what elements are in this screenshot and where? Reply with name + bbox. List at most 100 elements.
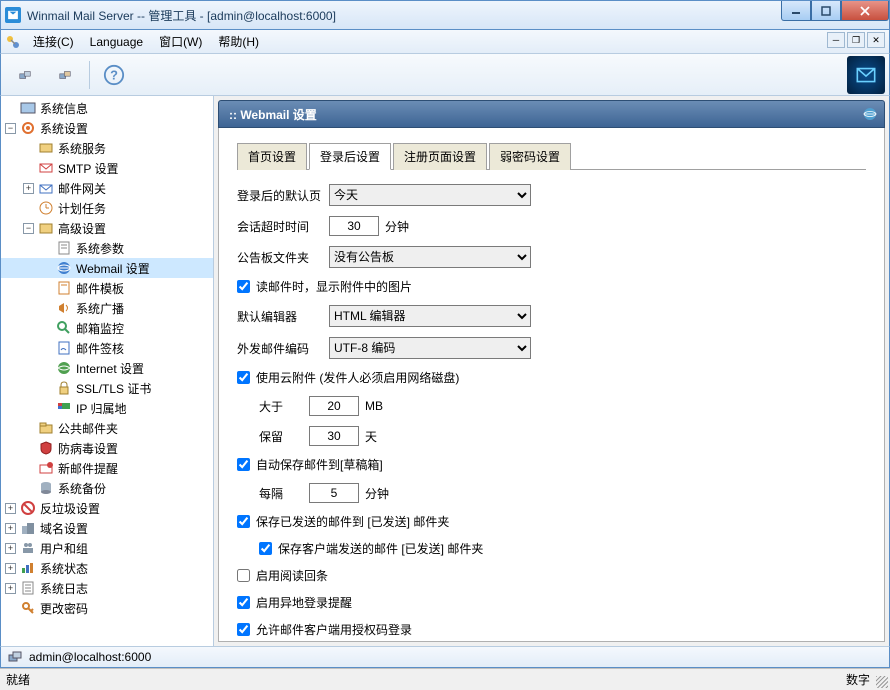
tree-domain-settings[interactable]: +域名设置 <box>1 518 213 538</box>
default-page-select[interactable]: 今天 <box>329 184 531 206</box>
tree-ip-location[interactable]: IP 归属地 <box>1 398 213 418</box>
collapse-icon[interactable]: − <box>23 223 34 234</box>
toolbar: ? <box>0 54 890 96</box>
tab-register[interactable]: 注册页面设置 <box>393 143 487 170</box>
tree-change-password[interactable]: 更改密码 <box>1 598 213 618</box>
minutes-unit: 分钟 <box>385 218 409 235</box>
expand-icon[interactable]: + <box>5 563 16 574</box>
allow-auth-code-label: 允许邮件客户端用授权码登录 <box>256 621 412 638</box>
tree-system-settings[interactable]: −系统设置 <box>1 118 213 138</box>
content-panel: :: Webmail 设置 首页设置 登录后设置 注册页面设置 弱密码设置 登录… <box>214 96 889 646</box>
remote-login-alert-checkbox[interactable] <box>237 596 250 609</box>
globe-icon <box>862 106 878 122</box>
bulletin-select[interactable]: 没有公告板 <box>329 246 531 268</box>
tree-users-groups[interactable]: +用户和组 <box>1 538 213 558</box>
expand-icon[interactable]: + <box>5 503 16 514</box>
expand-icon[interactable]: + <box>23 183 34 194</box>
collapse-icon[interactable]: − <box>5 123 16 134</box>
read-receipt-checkbox[interactable] <box>237 569 250 582</box>
close-button[interactable] <box>841 1 889 21</box>
greater-than-label: 大于 <box>259 398 309 415</box>
tree-system-broadcast[interactable]: 系统广播 <box>1 298 213 318</box>
tree-webmail-settings[interactable]: Webmail 设置 <box>1 258 213 278</box>
save-client-sent-label: 保存客户端发送的邮件 [已发送] 邮件夹 <box>278 540 483 557</box>
tree-advanced-settings[interactable]: −高级设置 <box>1 218 213 238</box>
show-images-label: 读邮件时，显示附件中的图片 <box>256 278 412 295</box>
tree-mailbox-monitor[interactable]: 邮箱监控 <box>1 318 213 338</box>
expand-icon[interactable]: + <box>5 523 16 534</box>
tree-smtp-settings[interactable]: SMTP 设置 <box>1 158 213 178</box>
tree-new-mail-alert[interactable]: 新邮件提醒 <box>1 458 213 478</box>
allow-auth-code-checkbox[interactable] <box>237 623 250 636</box>
tree-system-backup[interactable]: 系统备份 <box>1 478 213 498</box>
menu-help[interactable]: 帮助(H) <box>210 30 267 53</box>
connection-status-bar: admin@localhost:6000 <box>0 646 890 668</box>
tree-antivirus[interactable]: 防病毒设置 <box>1 438 213 458</box>
default-editor-label: 默认编辑器 <box>237 308 329 325</box>
mdi-minimize-button[interactable]: ─ <box>827 32 845 48</box>
maximize-button[interactable] <box>811 1 841 21</box>
session-timeout-label: 会话超时时间 <box>237 218 329 235</box>
expand-icon[interactable]: + <box>5 583 16 594</box>
greater-than-input[interactable] <box>309 396 359 416</box>
ready-text: 就绪 <box>6 671 30 688</box>
menu-connect[interactable]: 连接(C) <box>25 30 82 53</box>
expand-icon[interactable]: + <box>5 543 16 554</box>
window-title: Winmail Mail Server -- 管理工具 - [admin@loc… <box>27 7 336 24</box>
autosave-interval-input[interactable] <box>309 483 359 503</box>
tree-mail-gateway[interactable]: +邮件网关 <box>1 178 213 198</box>
default-page-label: 登录后的默认页 <box>237 187 329 204</box>
menu-language[interactable]: Language <box>82 32 151 52</box>
sidebar-tree: 系统信息 −系统设置 系统服务 SMTP 设置 +邮件网关 计划任务 −高级设置… <box>1 96 214 646</box>
mdi-restore-button[interactable]: ❐ <box>847 32 865 48</box>
svg-text:?: ? <box>110 67 118 82</box>
remote-login-alert-label: 启用异地登录提醒 <box>256 594 352 611</box>
numlock-text: 数字 <box>846 671 870 688</box>
tree-internet-settings[interactable]: Internet 设置 <box>1 358 213 378</box>
outgoing-encoding-select[interactable]: UTF-8 编码 <box>329 337 531 359</box>
tab-after-login[interactable]: 登录后设置 <box>309 143 391 170</box>
cloud-attach-label: 使用云附件 (发件人必须启用网络磁盘) <box>256 369 459 386</box>
tab-weak-password[interactable]: 弱密码设置 <box>489 143 571 170</box>
tree-scheduled-tasks[interactable]: 计划任务 <box>1 198 213 218</box>
autosave-interval-label: 每隔 <box>259 485 309 502</box>
show-images-checkbox[interactable] <box>237 280 250 293</box>
keep-input[interactable] <box>309 426 359 446</box>
tree-system-status[interactable]: +系统状态 <box>1 558 213 578</box>
outgoing-encoding-label: 外发邮件编码 <box>237 340 329 357</box>
cloud-attach-checkbox[interactable] <box>237 371 250 384</box>
tree-system-service[interactable]: 系统服务 <box>1 138 213 158</box>
tool-server2-button[interactable] <box>49 59 81 91</box>
save-sent-checkbox[interactable] <box>237 515 250 528</box>
days-unit: 天 <box>365 428 377 445</box>
tab-home[interactable]: 首页设置 <box>237 143 307 170</box>
save-client-sent-checkbox[interactable] <box>259 542 272 555</box>
tree-ssl-cert[interactable]: SSL/TLS 证书 <box>1 378 213 398</box>
server-icon <box>7 649 23 665</box>
mdi-close-button[interactable]: ✕ <box>867 32 885 48</box>
menu-window[interactable]: 窗口(W) <box>151 30 210 53</box>
tree-system-params[interactable]: 系统参数 <box>1 238 213 258</box>
tree-mail-template[interactable]: 邮件模板 <box>1 278 213 298</box>
autosave-label: 自动保存邮件到[草稿箱] <box>256 456 383 473</box>
tree-system-info[interactable]: 系统信息 <box>1 98 213 118</box>
tree-system-logs[interactable]: +系统日志 <box>1 578 213 598</box>
brand-logo-icon <box>847 56 885 94</box>
save-sent-label: 保存已发送的邮件到 [已发送] 邮件夹 <box>256 513 449 530</box>
tree-mail-signature[interactable]: 邮件签核 <box>1 338 213 358</box>
tree-antispam[interactable]: +反垃圾设置 <box>1 498 213 518</box>
bulletin-label: 公告板文件夹 <box>237 249 329 266</box>
autosave-minutes-unit: 分钟 <box>365 485 389 502</box>
tool-help-button[interactable]: ? <box>98 59 130 91</box>
minimize-button[interactable] <box>781 1 811 21</box>
connect-icon <box>5 34 21 50</box>
session-timeout-input[interactable] <box>329 216 379 236</box>
status-bar: 就绪 数字 <box>0 668 890 690</box>
tool-server1-button[interactable] <box>9 59 41 91</box>
tree-public-folders[interactable]: 公共邮件夹 <box>1 418 213 438</box>
default-editor-select[interactable]: HTML 编辑器 <box>329 305 531 327</box>
tabs: 首页设置 登录后设置 注册页面设置 弱密码设置 <box>237 142 866 170</box>
resize-grip[interactable] <box>876 676 888 688</box>
autosave-checkbox[interactable] <box>237 458 250 471</box>
read-receipt-label: 启用阅读回条 <box>256 567 328 584</box>
